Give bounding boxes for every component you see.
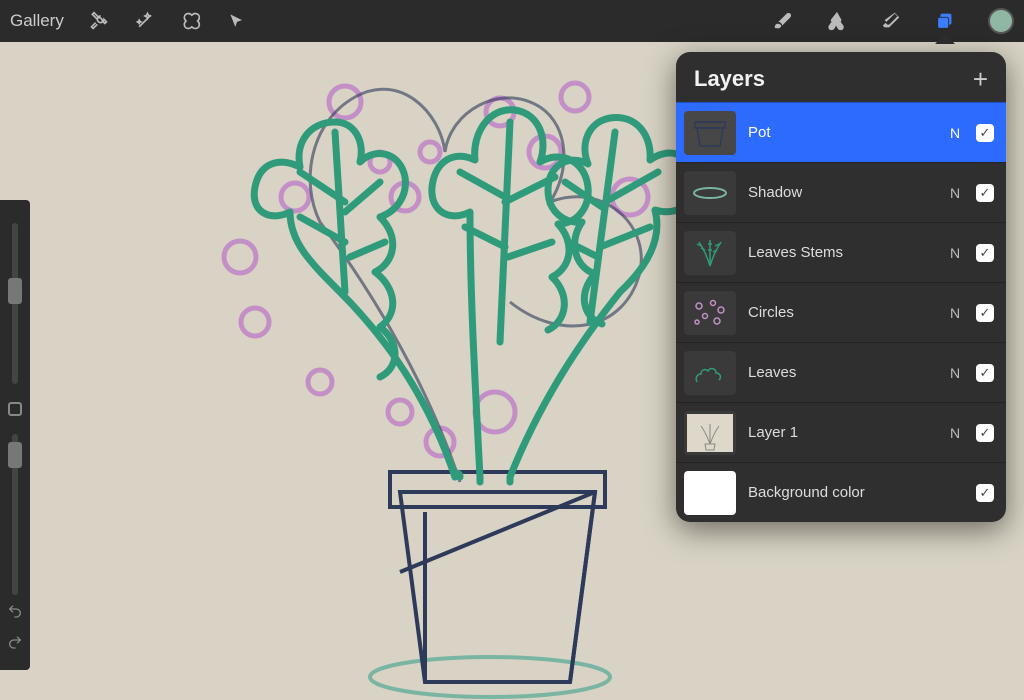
layer-name-label: Shadow bbox=[748, 184, 934, 201]
layer-visibility-checkbox[interactable]: ✓ bbox=[976, 244, 994, 262]
layer-row[interactable]: Pot N ✓ bbox=[676, 102, 1006, 162]
selection-icon[interactable] bbox=[180, 10, 202, 32]
undo-redo-group bbox=[7, 603, 23, 655]
layer-thumbnail bbox=[684, 351, 736, 395]
wrench-icon[interactable] bbox=[88, 10, 110, 32]
top-toolbar: Gallery bbox=[0, 0, 1024, 42]
arrow-transform-icon[interactable] bbox=[226, 10, 248, 32]
layer-thumbnail bbox=[684, 471, 736, 515]
brush-icon[interactable] bbox=[772, 10, 794, 32]
layer-visibility-checkbox[interactable]: ✓ bbox=[976, 424, 994, 442]
layer-visibility-checkbox[interactable]: ✓ bbox=[976, 304, 994, 322]
layer-blend-mode[interactable]: N bbox=[946, 125, 964, 141]
side-slider-bar bbox=[0, 200, 30, 670]
layer-row[interactable]: Leaves N ✓ bbox=[676, 342, 1006, 402]
magic-wand-icon[interactable] bbox=[134, 10, 156, 32]
layer-visibility-checkbox[interactable]: ✓ bbox=[976, 184, 994, 202]
opacity-slider[interactable] bbox=[12, 434, 18, 595]
layer-thumbnail bbox=[684, 231, 736, 275]
layer-name-label: Background color bbox=[748, 484, 934, 501]
add-layer-button[interactable]: + bbox=[973, 66, 988, 92]
layer-row[interactable]: Shadow N ✓ bbox=[676, 162, 1006, 222]
layer-thumbnail bbox=[684, 411, 736, 455]
layer-name-label: Leaves Stems bbox=[748, 244, 934, 261]
layer-visibility-checkbox[interactable]: ✓ bbox=[976, 484, 994, 502]
layer-thumbnail bbox=[684, 291, 736, 335]
layers-title: Layers bbox=[694, 66, 765, 92]
toolbar-right-group bbox=[772, 8, 1014, 34]
layer-name-label: Layer 1 bbox=[748, 424, 934, 441]
toolbar-left-group: Gallery bbox=[10, 10, 248, 32]
layer-row[interactable]: Leaves Stems N ✓ bbox=[676, 222, 1006, 282]
layer-blend-mode[interactable]: N bbox=[946, 425, 964, 441]
layers-panel: Layers + PotN✓ShadowN✓Leaves StemsN✓Circ… bbox=[676, 52, 1006, 522]
opacity-handle[interactable] bbox=[8, 442, 22, 468]
layer-visibility-checkbox[interactable]: ✓ bbox=[976, 124, 994, 142]
gallery-button[interactable]: Gallery bbox=[10, 11, 64, 31]
redo-icon[interactable] bbox=[7, 634, 23, 655]
smudge-icon[interactable] bbox=[826, 10, 848, 32]
layer-blend-mode[interactable]: N bbox=[946, 305, 964, 321]
layer-name-label: Leaves bbox=[748, 364, 934, 381]
layer-visibility-checkbox[interactable]: ✓ bbox=[976, 364, 994, 382]
layers-icon[interactable] bbox=[934, 10, 956, 32]
layer-thumbnail bbox=[684, 111, 736, 155]
modifier-button[interactable] bbox=[8, 402, 22, 416]
layer-row[interactable]: Background color ✓ bbox=[676, 462, 1006, 522]
layer-name-label: Circles bbox=[748, 304, 934, 321]
eraser-icon[interactable] bbox=[880, 10, 902, 32]
layers-list: PotN✓ShadowN✓Leaves StemsN✓CirclesN✓Leav… bbox=[676, 102, 1006, 522]
layer-row[interactable]: Layer 1 N ✓ bbox=[676, 402, 1006, 462]
layer-blend-mode[interactable]: N bbox=[946, 185, 964, 201]
brush-size-handle[interactable] bbox=[8, 278, 22, 304]
color-swatch[interactable] bbox=[988, 8, 1014, 34]
layer-blend-mode[interactable]: N bbox=[946, 245, 964, 261]
layer-row[interactable]: Circles N ✓ bbox=[676, 282, 1006, 342]
undo-icon[interactable] bbox=[7, 603, 23, 624]
layers-header: Layers + bbox=[676, 52, 1006, 102]
layer-name-label: Pot bbox=[748, 124, 934, 141]
layer-blend-mode[interactable]: N bbox=[946, 365, 964, 381]
layer-thumbnail bbox=[684, 171, 736, 215]
brush-size-slider[interactable] bbox=[12, 223, 18, 384]
